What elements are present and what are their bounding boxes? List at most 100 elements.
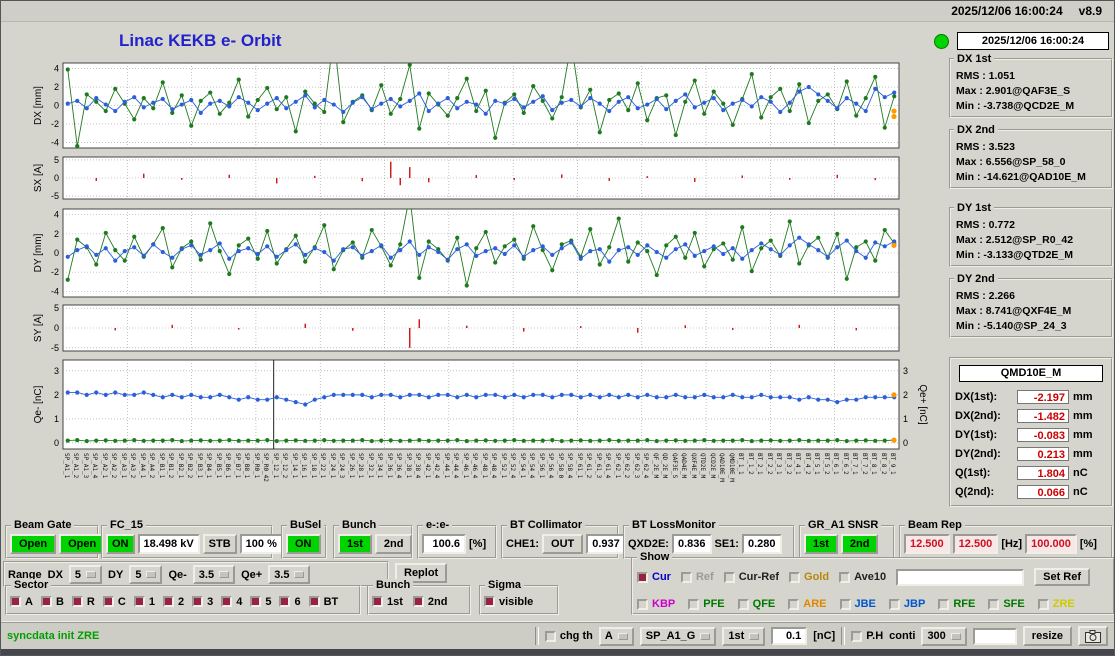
beam-gate-open-button-1[interactable]: Open (10, 534, 57, 554)
show-checkbox-ave10[interactable]: Ave10 (839, 571, 886, 583)
show-checkbox-rfe[interactable]: RFE (938, 598, 975, 610)
x-tick-label: QAD10E_M (718, 453, 726, 482)
x-tick-label: SP_38_1 (404, 453, 412, 479)
checkbox-indicator[interactable] (839, 598, 851, 610)
svg-text:0: 0 (54, 248, 59, 258)
range-dx-dropdown[interactable]: 5 (68, 565, 103, 584)
show-checkbox-kbp[interactable]: KBP (637, 598, 675, 610)
bunch-select-dropdown[interactable]: 1st (722, 626, 766, 646)
checkbox-indicator[interactable] (938, 598, 950, 610)
bunch-2nd-button[interactable]: 2nd (374, 534, 413, 554)
gr-snsr-2nd-button[interactable]: 2nd (840, 534, 879, 554)
fc15-on-button[interactable]: ON (106, 534, 135, 554)
che1-out-button[interactable]: OUT (542, 534, 584, 554)
show-checkbox-zre[interactable]: ZRE (1037, 598, 1075, 610)
sector-checkbox-6[interactable]: 6 (279, 596, 301, 608)
show-checkbox-are[interactable]: ARE (788, 598, 827, 610)
sigma-checkbox-visible[interactable]: visible (484, 596, 533, 608)
ph-checkbox[interactable]: P.H (851, 630, 883, 642)
checkbox-indicator[interactable] (637, 571, 648, 583)
x-tick-label: SP_28_1 (357, 453, 365, 479)
show-checkbox-jbe[interactable]: JBE (839, 598, 876, 610)
bpm-select-dropdown[interactable]: SP_A1_G (639, 626, 717, 646)
svg-text:SX [A]: SX [A] (33, 164, 44, 193)
show-checkbox-sfe[interactable]: SFE (988, 598, 1025, 610)
checkbox-indicator[interactable] (988, 598, 1000, 610)
range-qem-dropdown[interactable]: 3.5 (192, 565, 236, 584)
show-checkbox-jbp[interactable]: JBP (888, 598, 925, 610)
sector-checkbox-bt[interactable]: BT (308, 596, 338, 608)
checkbox-indicator[interactable] (680, 571, 692, 583)
checkbox-indicator[interactable] (102, 596, 114, 607)
x-tick-label: SP_48_4 (490, 453, 498, 479)
beam-gate-title: Beam Gate (11, 519, 75, 531)
x-tick-label: SP_48_1 (480, 453, 488, 479)
interval-dropdown[interactable]: 300 (921, 626, 967, 646)
show-checkbox-ref[interactable]: Ref (680, 571, 714, 583)
svg-text:-5: -5 (51, 343, 59, 353)
checkbox-indicator[interactable] (221, 596, 233, 607)
ref-name-input[interactable] (896, 568, 1025, 586)
sector-checkbox-1[interactable]: 1 (133, 596, 155, 608)
checkbox-indicator[interactable] (544, 630, 556, 642)
checkbox-indicator[interactable] (839, 571, 851, 583)
busel-on-button[interactable]: ON (286, 534, 321, 554)
checkbox-indicator[interactable] (851, 630, 863, 642)
sector-checkbox-2[interactable]: 2 (162, 596, 184, 608)
sector-checkbox-c[interactable]: C (102, 596, 126, 608)
sector-checkbox-5[interactable]: 5 (250, 596, 271, 608)
checkbox-indicator[interactable] (484, 596, 495, 607)
sector-select-dropdown[interactable]: A (598, 626, 634, 646)
svg-text:0: 0 (903, 438, 908, 448)
fc15-stb-button[interactable]: STB (202, 534, 237, 554)
bpm-row-label: DY(2nd): (955, 447, 1001, 460)
checkbox-indicator[interactable] (637, 598, 648, 610)
checkbox-indicator[interactable] (723, 571, 735, 583)
bpm-row: DY(2nd): 0.213 mm (955, 444, 1107, 463)
svg-text:4: 4 (54, 64, 59, 74)
checkbox-indicator[interactable] (788, 598, 800, 610)
checkbox-indicator[interactable] (688, 598, 700, 610)
sector-checkbox-r[interactable]: R (71, 596, 95, 608)
chg-th-checkbox[interactable]: chg th (544, 630, 593, 642)
show-checkbox-pfe[interactable]: PFE (688, 598, 725, 610)
checkbox-indicator[interactable] (40, 596, 52, 607)
checkbox-indicator[interactable] (250, 596, 262, 607)
resize-button[interactable]: resize (1022, 626, 1072, 646)
screenshot-button[interactable] (1078, 626, 1108, 646)
bunch-checkbox-1st[interactable]: 1st (372, 596, 403, 608)
checkbox-indicator[interactable] (372, 596, 383, 607)
statusbar-input[interactable] (972, 627, 1017, 645)
checkbox-indicator[interactable] (279, 596, 291, 607)
dropdown-indicator-icon (86, 571, 97, 578)
checkbox-indicator[interactable] (737, 598, 749, 610)
range-qep-dropdown[interactable]: 3.5 (268, 565, 311, 584)
show-checkbox-gold[interactable]: Gold (789, 571, 829, 583)
set-ref-button[interactable]: Set Ref (1034, 568, 1091, 586)
checkbox-indicator[interactable] (10, 596, 21, 607)
checkbox-indicator[interactable] (412, 596, 424, 607)
checkbox-indicator[interactable] (133, 596, 145, 607)
gr-snsr-1st-button[interactable]: 1st (804, 534, 838, 554)
checkbox-indicator[interactable] (71, 596, 83, 607)
sector-checkbox-a[interactable]: A (10, 596, 33, 608)
checkbox-indicator[interactable] (1037, 598, 1049, 610)
threshold-value[interactable]: 0.1 (771, 627, 808, 645)
range-dy-dropdown[interactable]: 5 (129, 565, 163, 584)
show-checkbox-cur-ref[interactable]: Cur-Ref (723, 571, 779, 583)
sector-checkbox-3[interactable]: 3 (192, 596, 213, 608)
che1-value: 0.937 (586, 534, 626, 554)
show-checkbox-cur[interactable]: Cur (637, 571, 671, 583)
bunch-frame: Bunch 1st 2nd (367, 579, 471, 615)
bunch-checkbox-2nd[interactable]: 2nd (412, 596, 447, 608)
show-checkbox-qfe[interactable]: QFE (737, 598, 775, 610)
checkbox-indicator[interactable] (888, 598, 900, 610)
sector-checkbox-b[interactable]: B (40, 596, 64, 608)
beam-gate-open-button-2[interactable]: Open (59, 534, 106, 554)
bunch-1st-button[interactable]: 1st (338, 534, 372, 554)
checkbox-indicator[interactable] (162, 596, 174, 607)
checkbox-indicator[interactable] (789, 571, 801, 583)
checkbox-indicator[interactable] (308, 596, 320, 607)
checkbox-indicator[interactable] (192, 596, 204, 607)
sector-checkbox-4[interactable]: 4 (221, 596, 242, 608)
